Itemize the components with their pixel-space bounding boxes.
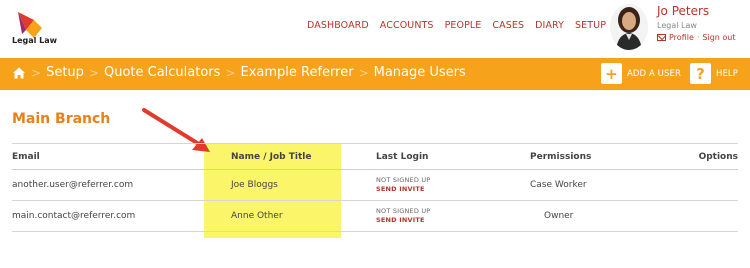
permission-cell: Owner (544, 211, 574, 221)
profile-link[interactable]: Profile (669, 33, 694, 42)
breadcrumb-separator: > (31, 65, 42, 80)
breadcrumb-manage-users: Manage Users (373, 65, 466, 80)
user-email: another.user@referrer.com (12, 180, 134, 190)
breadcrumb-bar: > Setup > Quote Calculators > Example Re… (0, 58, 750, 90)
user-avatar[interactable] (610, 4, 648, 50)
login-status: NOT SIGNED UP (376, 176, 431, 184)
help-button[interactable]: HELP (716, 69, 738, 79)
user-links-separator: · (696, 33, 700, 42)
breadcrumb-quote-calculators[interactable]: Quote Calculators (104, 65, 220, 80)
user-links: Profile · Sign out (657, 33, 736, 42)
login-status: NOT SIGNED UP (376, 207, 431, 215)
branch-title: Main Branch (12, 111, 111, 127)
breadcrumb: > Setup > Quote Calculators > Example Re… (12, 65, 466, 80)
table-header-row: Email Name / Job Title Last Login Permis… (12, 143, 738, 170)
table-row[interactable]: another.user@referrer.com Joe Bloggs NOT… (12, 170, 738, 201)
breadcrumb-separator: > (358, 65, 369, 80)
send-invite-link[interactable]: SEND INVITE (376, 185, 430, 193)
column-header-permissions[interactable]: Permissions (530, 152, 591, 162)
column-header-last-login[interactable]: Last Login (376, 152, 428, 162)
home-icon[interactable] (12, 66, 26, 80)
plus-icon[interactable]: + (600, 63, 622, 84)
nav-dashboard[interactable]: DASHBOARD (307, 20, 369, 31)
user-name-cell[interactable]: Anne Other (231, 211, 283, 221)
column-header-name[interactable]: Name / Job Title (231, 152, 311, 162)
breadcrumb-separator: > (88, 65, 99, 80)
nav-diary[interactable]: DIARY (535, 20, 564, 31)
column-header-options: Options (698, 152, 738, 162)
column-header-email[interactable]: Email (12, 152, 40, 162)
main-nav: DASHBOARD ACCOUNTS PEOPLE CASES DIARY SE… (307, 20, 617, 31)
breadcrumb-example-referrer[interactable]: Example Referrer (240, 65, 353, 80)
nav-setup[interactable]: SETUP (575, 20, 606, 31)
envelope-icon[interactable] (657, 34, 666, 41)
signout-link[interactable]: Sign out (702, 33, 735, 42)
last-login-cell: NOT SIGNED UP SEND INVITE (376, 170, 430, 193)
table-row[interactable]: main.contact@referrer.com Anne Other NOT… (12, 201, 738, 232)
users-table: Email Name / Job Title Last Login Permis… (12, 143, 738, 232)
user-company: Legal Law (657, 21, 697, 30)
user-name-cell[interactable]: Joe Bloggs (231, 180, 278, 190)
nav-cases[interactable]: CASES (492, 20, 524, 31)
user-name[interactable]: Jo Peters (657, 4, 709, 18)
permission-cell: Case Worker (530, 180, 587, 190)
nav-accounts[interactable]: ACCOUNTS (380, 20, 434, 31)
last-login-cell: NOT SIGNED UP SEND INVITE (376, 201, 430, 224)
user-email: main.contact@referrer.com (12, 211, 136, 221)
breadcrumb-separator: > (225, 65, 236, 80)
bar-actions: + ADD A USER ? HELP (600, 63, 738, 84)
nav-people[interactable]: PEOPLE (445, 20, 482, 31)
logo-text: Legal Law (12, 36, 58, 45)
help-icon[interactable]: ? (689, 63, 711, 84)
breadcrumb-setup[interactable]: Setup (46, 65, 84, 80)
add-user-button[interactable]: ADD A USER (627, 69, 681, 79)
send-invite-link[interactable]: SEND INVITE (376, 216, 430, 224)
app-header: Legal Law DASHBOARD ACCOUNTS PEOPLE CASE… (0, 0, 750, 58)
